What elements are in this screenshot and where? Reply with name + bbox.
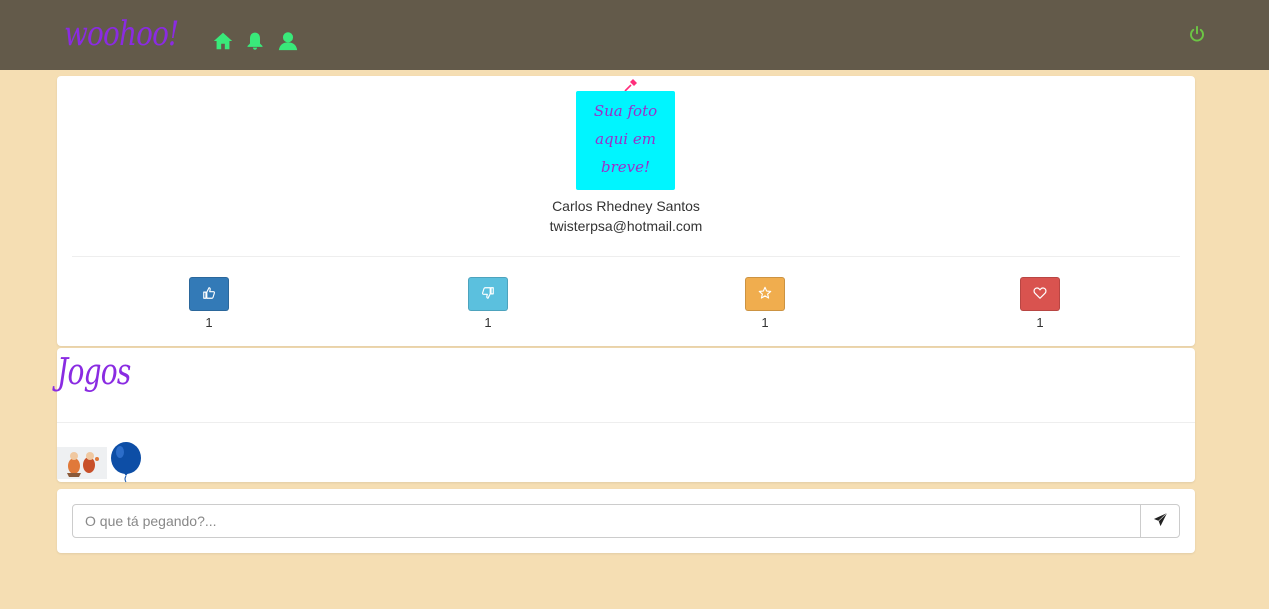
post-panel <box>57 489 1195 553</box>
dislike-count: 1 <box>484 315 492 330</box>
post-input[interactable] <box>72 504 1141 538</box>
jogos-title: Jogos <box>57 352 131 393</box>
heart-button[interactable] <box>1020 277 1060 311</box>
photo-placeholder-note: Sua foto aqui em breve! <box>576 91 675 190</box>
profile-name: Carlos Rhedney Santos <box>552 198 700 214</box>
home-icon[interactable] <box>212 30 234 52</box>
jogos-panel: Jogos <box>57 348 1195 484</box>
jogos-divider <box>57 422 1195 423</box>
divider <box>72 256 1180 257</box>
star-icon <box>758 286 772 303</box>
user-icon[interactable] <box>277 30 299 52</box>
navbar: woohoo! <box>0 0 1269 70</box>
profile-email: twisterpsa@hotmail.com <box>549 218 703 234</box>
send-icon <box>1153 512 1168 530</box>
like-button[interactable] <box>189 277 229 311</box>
send-button[interactable] <box>1140 504 1180 538</box>
dislike-button[interactable] <box>468 277 508 311</box>
star-button[interactable] <box>745 277 785 311</box>
balloon-game-icon[interactable] <box>109 442 143 484</box>
thumbs-down-icon <box>481 286 495 303</box>
heart-count: 1 <box>1036 315 1044 330</box>
like-count: 1 <box>205 315 213 330</box>
thumbs-up-icon <box>202 286 216 303</box>
heart-icon <box>1033 286 1047 303</box>
profile-panel: Sua foto aqui em breve! Carlos Rhedney S… <box>57 76 1195 346</box>
brand-logo[interactable]: woohoo! <box>64 14 179 54</box>
game-thumbnail[interactable] <box>57 447 107 479</box>
star-count: 1 <box>761 315 769 330</box>
bell-icon[interactable] <box>245 30 265 52</box>
power-icon[interactable] <box>1188 25 1206 43</box>
